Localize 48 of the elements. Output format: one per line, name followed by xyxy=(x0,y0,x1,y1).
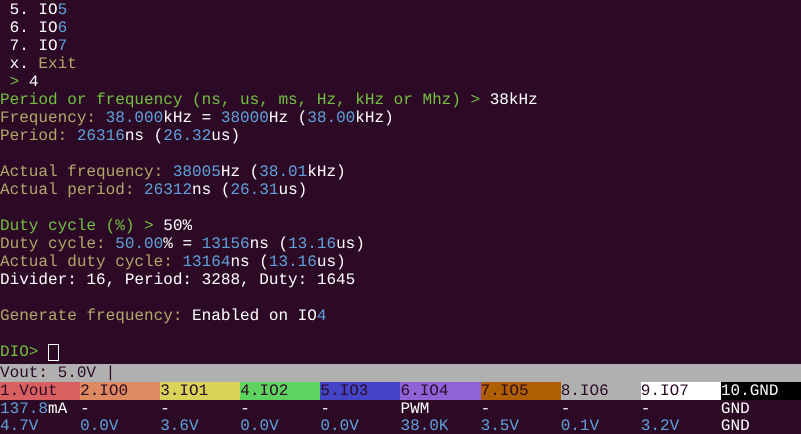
table-cell: 3.2V xyxy=(640,417,680,434)
pin-header: 10.GND xyxy=(720,382,801,400)
table-cell: PWM xyxy=(400,400,430,417)
terminal-line: Period: 26316ns (26.32us) xyxy=(0,127,240,145)
table-cell: - xyxy=(160,400,170,417)
table-cell: 0.0V xyxy=(240,417,279,434)
table-cell: - xyxy=(320,400,330,417)
table-cell: 137.8mA xyxy=(0,400,68,417)
terminal-line: Period or frequency (ns, us, ms, Hz, kHz or Mhz) > 38kHz xyxy=(0,91,538,109)
terminal-prompt: DIO> xyxy=(0,343,40,361)
pin-header: 9.IO7 xyxy=(640,382,721,400)
table-cell: - xyxy=(80,400,90,417)
table-cell: 38.0K xyxy=(400,417,448,434)
table-cell: GND xyxy=(720,400,750,417)
pin-header: 3.IO1 xyxy=(160,382,240,400)
table-cell: GND xyxy=(720,417,750,434)
terminal-line: Actual duty cycle: 13164ns (13.16us) xyxy=(0,253,346,271)
terminal-line: x. Exit xyxy=(8,55,77,73)
pin-header: 8.IO6 xyxy=(560,382,641,400)
table-cell: 3.6V xyxy=(160,417,199,434)
table-cell: 4.7V xyxy=(0,417,38,434)
terminal-line: 6. IO6 xyxy=(8,19,68,37)
pin-header: 5.IO3 xyxy=(320,382,400,400)
pin-header: 1.Vout xyxy=(0,382,80,400)
terminal-line: > 4 xyxy=(8,73,38,91)
table-cell: - xyxy=(640,400,650,417)
table-cell: 0.1V xyxy=(560,417,600,434)
cursor[interactable] xyxy=(48,344,60,360)
pin-header: 7.IO5 xyxy=(480,382,561,400)
pin-header: 4.IO2 xyxy=(240,382,320,400)
vout-bar: Vout: 5.0V | xyxy=(0,364,801,382)
pin-header: 2.IO0 xyxy=(80,382,160,400)
terminal-line: Actual period: 26312ns (26.31us) xyxy=(0,181,308,199)
terminal-line: Duty cycle: 50.00% = 13156ns (13.16us) xyxy=(0,235,365,253)
pin-header: 6.IO4 xyxy=(400,382,481,400)
terminal-line: Duty cycle (%) > 50% xyxy=(0,217,192,235)
table-cell: - xyxy=(560,400,570,417)
terminal-line: Frequency: 38.000kHz = 38000Hz (38.00kHz) xyxy=(0,109,394,127)
terminal-line: Divider: 16, Period: 3288, Duty: 1645 xyxy=(0,271,356,289)
terminal-line: 5. IO5 xyxy=(8,1,68,19)
table-cell: 0.0V xyxy=(80,417,118,434)
table-cell: - xyxy=(240,400,250,417)
table-cell: 0.0V xyxy=(320,417,359,434)
terminal-line: 7. IO7 xyxy=(8,37,68,55)
table-cell: 3.5V xyxy=(480,417,519,434)
terminal-line: Actual frequency: 38005Hz (38.01kHz) xyxy=(0,163,346,181)
terminal-line: Generate frequency: Enabled on IO4 xyxy=(0,307,326,325)
table-cell: - xyxy=(480,400,490,417)
